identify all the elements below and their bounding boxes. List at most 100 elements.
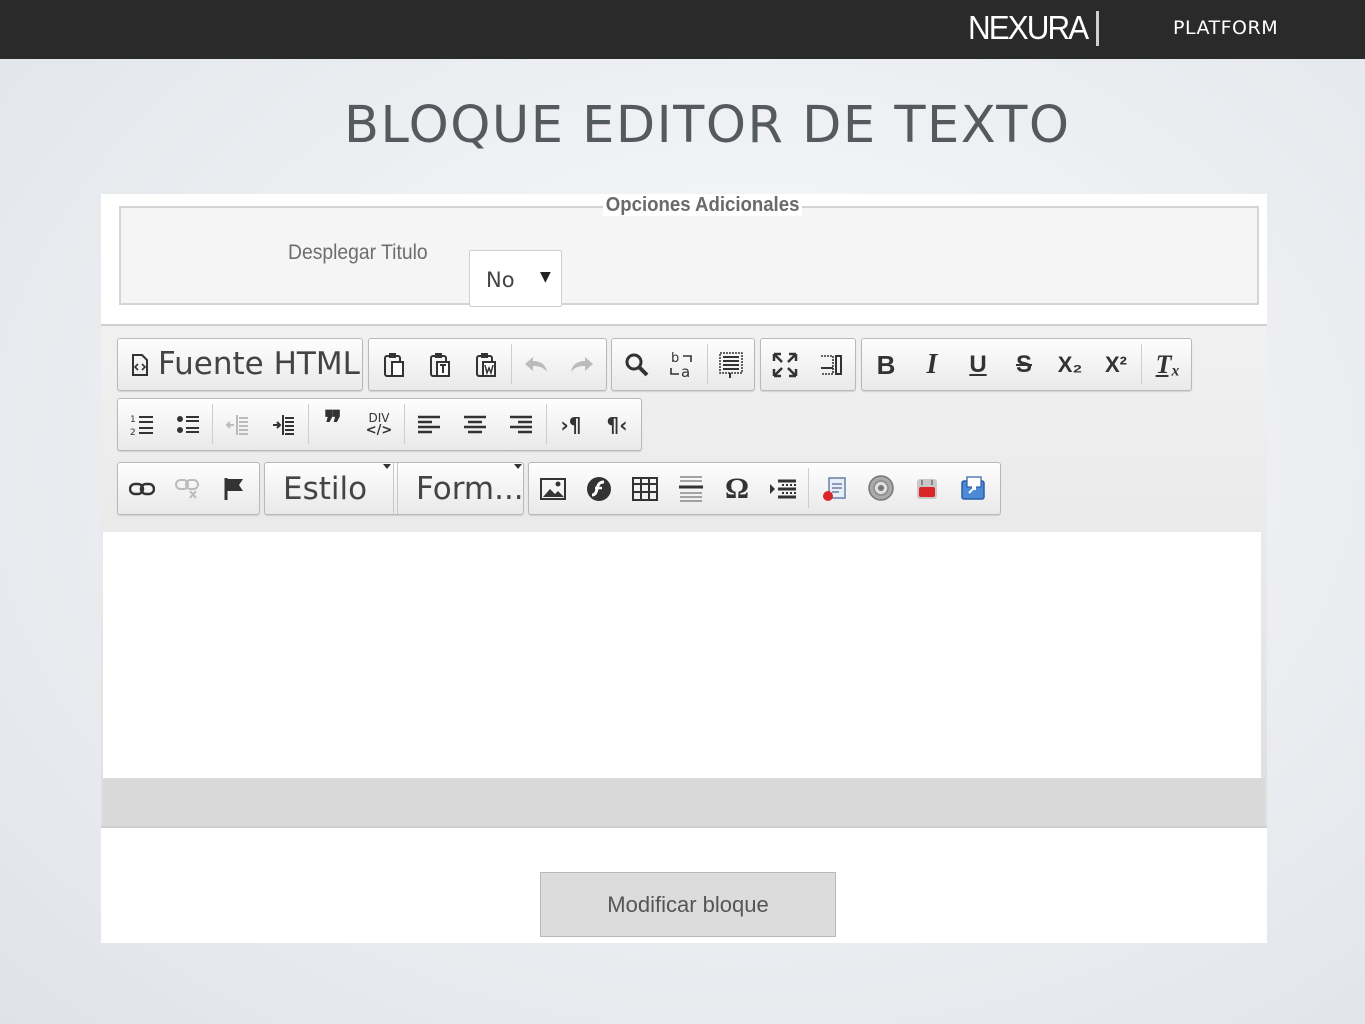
modify-block-button[interactable]: Modificar bloque <box>540 872 836 937</box>
toolbar-group-combos: Estilo Form... <box>264 462 524 515</box>
paste-button[interactable] <box>371 339 417 390</box>
horizontal-rule-button[interactable] <box>668 463 714 514</box>
editor-content-area[interactable] <box>103 532 1261 778</box>
paste-text-button[interactable] <box>417 339 463 390</box>
toolbar-group-find: ba <box>611 338 755 391</box>
display-title-select[interactable]: No ▼ <box>469 250 562 307</box>
align-right-icon <box>510 415 532 433</box>
dropdown-arrow-icon: ▼ <box>540 269 551 285</box>
ltr-icon: ›¶ <box>560 412 582 437</box>
unlink-icon <box>175 478 199 499</box>
bold-button[interactable]: B <box>863 339 909 390</box>
image-button[interactable] <box>530 463 576 514</box>
svg-text:b: b <box>671 351 679 366</box>
svg-text:1: 1 <box>130 415 136 425</box>
toolbar-group-insert: Ω <box>528 462 1001 515</box>
align-right-button[interactable] <box>498 399 544 450</box>
table-icon <box>632 476 658 501</box>
insert-audio-button[interactable] <box>858 463 904 514</box>
paste-icon <box>384 352 404 377</box>
flash-button[interactable] <box>576 463 622 514</box>
strikethrough-button[interactable]: S <box>1001 339 1047 390</box>
create-div-button[interactable]: DIV </> <box>356 399 402 450</box>
maximize-icon <box>772 352 798 377</box>
maximize-button[interactable] <box>762 339 808 390</box>
platform-label: PLATFORM <box>1173 17 1279 39</box>
indent-icon <box>273 414 294 435</box>
show-blocks-button[interactable] <box>808 339 854 390</box>
style-dropdown-icon <box>383 464 391 469</box>
display-title-value: No <box>486 268 515 292</box>
format-combo-label: Form... <box>416 470 524 507</box>
audio-icon <box>868 474 894 501</box>
special-char-button[interactable]: Ω <box>714 463 760 514</box>
horizontal-rule-icon <box>679 475 703 502</box>
paste-text-icon <box>430 352 450 377</box>
toolbar-group-clipboard <box>368 338 607 391</box>
select-all-icon <box>719 351 743 378</box>
svg-text:2: 2 <box>130 428 136 437</box>
bulleted-list-button[interactable] <box>165 399 211 450</box>
insert-link-file-button[interactable] <box>950 463 996 514</box>
flash-icon <box>587 476 611 501</box>
redo-icon <box>571 356 593 372</box>
media-icon <box>823 476 846 501</box>
underline-button[interactable]: U <box>955 339 1001 390</box>
source-html-label: Fuente HTML <box>158 346 360 382</box>
ltr-button[interactable]: ›¶ <box>548 399 594 450</box>
omega-icon: Ω <box>724 471 750 505</box>
unlink-button[interactable] <box>165 463 211 514</box>
table-button[interactable] <box>622 463 668 514</box>
link-icon <box>129 482 155 495</box>
top-bar: NEXURA PLATFORM <box>0 0 1365 59</box>
toolbar-separator <box>546 404 547 444</box>
insert-youtube-button[interactable] <box>904 463 950 514</box>
rtl-button[interactable]: ¶‹ <box>594 399 640 450</box>
show-blocks-icon <box>821 354 842 375</box>
style-combo-label: Estilo <box>283 470 368 507</box>
paste-word-button[interactable] <box>463 339 509 390</box>
italic-button[interactable]: I <box>909 339 955 390</box>
indent-button[interactable] <box>260 399 306 450</box>
nexura-logo: NEXURA <box>968 9 1089 46</box>
link-button[interactable] <box>119 463 165 514</box>
undo-button[interactable] <box>513 339 559 390</box>
superscript-button[interactable]: X² <box>1093 339 1139 390</box>
insert-media-button[interactable] <box>812 463 858 514</box>
blockquote-button[interactable]: ❞ <box>310 399 356 450</box>
block-form-panel: Opciones Adicionales Desplegar Titulo No… <box>101 194 1267 943</box>
image-icon <box>540 477 566 500</box>
logo-divider <box>1096 11 1099 46</box>
display-title-label: Desplegar Titulo <box>288 241 428 264</box>
blockquote-icon: ❞ <box>323 405 343 443</box>
format-combo[interactable]: Form... <box>397 463 524 514</box>
numbered-list-button[interactable]: 12 <box>119 399 165 450</box>
bulleted-list-icon <box>177 415 199 433</box>
find-button[interactable] <box>614 339 660 390</box>
code-brackets-icon: </> <box>365 423 393 438</box>
select-all-button[interactable] <box>708 339 754 390</box>
subscript-button[interactable]: X₂ <box>1047 339 1093 390</box>
remove-format-button[interactable]: Tₓ <box>1145 339 1191 390</box>
redo-button[interactable] <box>559 339 605 390</box>
fieldset-legend: Opciones Adicionales <box>603 194 803 216</box>
outdent-button[interactable] <box>214 399 260 450</box>
anchor-button[interactable] <box>211 463 257 514</box>
style-combo[interactable]: Estilo <box>265 463 394 514</box>
numbered-list-icon: 12 <box>130 415 153 437</box>
replace-icon: ba <box>670 351 692 380</box>
flag-icon <box>224 477 243 500</box>
source-html-button[interactable]: Fuente HTML <box>118 339 362 390</box>
replace-button[interactable]: ba <box>660 339 706 390</box>
toolbar-group-links <box>117 462 260 515</box>
format-dropdown-icon <box>514 464 522 469</box>
page-title: BLOQUE EDITOR DE TEXTO <box>344 96 1071 155</box>
align-left-icon <box>418 415 440 433</box>
page-break-button[interactable] <box>760 463 806 514</box>
page-break-icon <box>770 479 796 498</box>
align-center-button[interactable] <box>452 399 498 450</box>
align-left-button[interactable] <box>406 399 452 450</box>
toolbar-group-basicstyles: B I U S X₂ X² Tₓ <box>861 338 1192 391</box>
search-icon <box>625 353 649 376</box>
outdent-icon <box>225 414 248 435</box>
